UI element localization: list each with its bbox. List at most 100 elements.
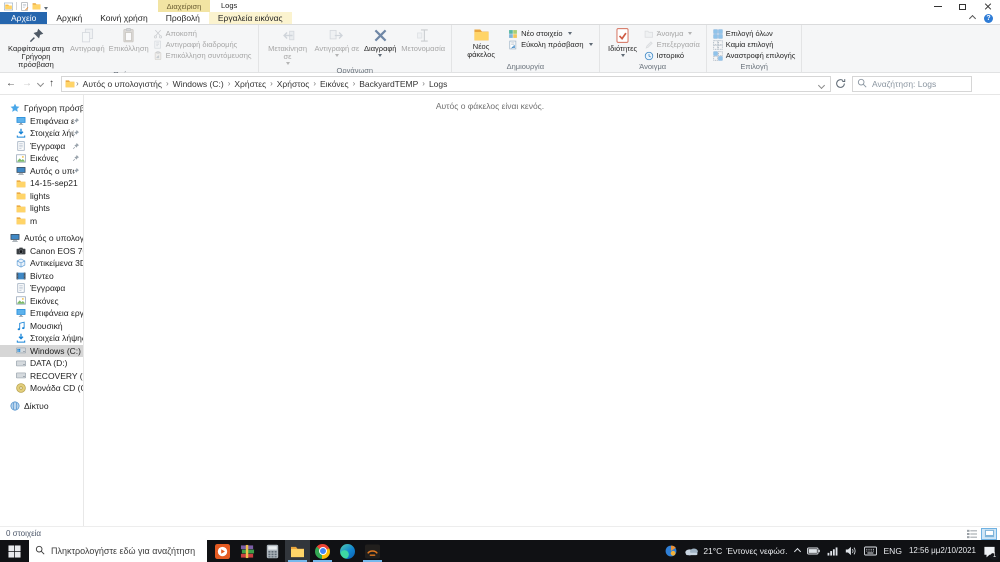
hidden-icons-chevron[interactable] — [793, 547, 801, 555]
history-icon — [644, 51, 654, 61]
sidebar-item[interactable]: Στοιχεία λήψης — [0, 127, 83, 140]
search-input[interactable] — [870, 77, 967, 90]
volume-button[interactable] — [845, 546, 857, 556]
sidebar-item[interactable]: Εικόνες — [0, 152, 83, 165]
sidebar-item[interactable]: Μουσική — [0, 320, 83, 333]
recent-locations-chevron[interactable] — [36, 79, 45, 88]
sidebar-item[interactable]: Έγγραφα — [0, 140, 83, 153]
battery-button[interactable] — [806, 547, 820, 555]
breadcrumb-segment[interactable]: Χρήστες — [231, 79, 269, 89]
select-all-button[interactable]: Επιλογή όλων — [711, 28, 798, 39]
taskbar-app-backyard-app[interactable] — [360, 540, 385, 562]
sidebar-item[interactable]: 14-15-sep21 — [0, 177, 83, 190]
rename-icon — [415, 27, 432, 44]
view-large-icons-button[interactable] — [981, 527, 997, 540]
signal-button[interactable] — [827, 546, 838, 556]
tab-file[interactable]: Αρχείο — [0, 12, 48, 24]
history-button[interactable]: Ιστορικό — [642, 50, 702, 61]
start-button[interactable] — [0, 540, 29, 562]
taskbar-app-winrar[interactable] — [235, 540, 260, 562]
folder-icon[interactable] — [32, 2, 41, 10]
sidebar-section-header[interactable]: Δίκτυο — [0, 400, 83, 413]
breadcrumb-dropdown-icon[interactable] — [817, 75, 827, 93]
breadcrumb-segment[interactable]: Αυτός ο υπολογιστής — [80, 79, 165, 89]
keyboard-button[interactable] — [863, 546, 877, 556]
sidebar-item[interactable]: DATA (D:) — [0, 357, 83, 370]
paste-button[interactable]: Επικόλληση — [107, 26, 151, 54]
sidebar-item[interactable]: Αυτός ο υπολογιστής — [0, 165, 83, 178]
computer-icon — [16, 166, 26, 176]
open-button[interactable]: Άνοιγμα — [642, 28, 702, 39]
sidebar-item[interactable]: lights — [0, 190, 83, 203]
open-icon — [644, 29, 654, 39]
back-button[interactable]: ← — [6, 78, 16, 89]
taskbar-search-input[interactable] — [49, 545, 201, 557]
edit-button[interactable]: Επεξεργασία — [642, 39, 702, 50]
qat-properties-icon[interactable] — [20, 1, 29, 11]
copy-path-button[interactable]: Αντιγραφή διαδρομής — [151, 39, 254, 50]
invert-selection-button[interactable]: Αναστροφή επιλογής — [711, 50, 798, 61]
sidebar-item[interactable]: Μονάδα CD (G:) — [0, 382, 83, 395]
tab-share[interactable]: Κοινή χρήση — [91, 12, 157, 24]
taskbar-app-chrome[interactable] — [310, 540, 335, 562]
explorer-search[interactable] — [852, 75, 972, 92]
sidebar-item[interactable]: Βίντεο — [0, 270, 83, 283]
rename-button[interactable]: Μετονομασία — [399, 26, 447, 54]
sidebar-item[interactable]: Canon EOS 70D — [0, 245, 83, 258]
sidebar-item[interactable]: m — [0, 215, 83, 228]
tab-view[interactable]: Προβολή — [157, 12, 209, 24]
new-folder-button[interactable]: Νέος φάκελος — [456, 26, 506, 60]
ribbon-group-3: Ιδιότητες Άνοιγμα Επεξεργασία Ιστορικό Άνοιγ… — [600, 25, 707, 72]
breadcrumb-segment[interactable]: Logs — [426, 79, 450, 89]
quick-access-toolbar[interactable] — [4, 0, 48, 12]
select-none-button[interactable]: Καμία επιλογή — [711, 39, 798, 50]
sidebar-item[interactable]: lights — [0, 202, 83, 215]
move-to-button[interactable]: Μετακίνηση σε — [263, 26, 313, 66]
paste-shortcut-button[interactable]: Επικόλληση συντόμευσης — [151, 50, 254, 61]
language-indicator[interactable]: ENG — [884, 546, 902, 556]
pin-button[interactable]: Καρφίτσωμα στη Γρήγορη πρόσβαση — [4, 26, 68, 70]
objects-3d-icon — [16, 258, 26, 268]
sidebar-item-label: Επιφάνεια εργασίας — [30, 308, 83, 319]
breadcrumb-segment[interactable]: Εικόνες — [317, 79, 352, 89]
taskbar-app-file-explorer[interactable] — [285, 540, 310, 562]
sidebar-item[interactable]: Εικόνες — [0, 295, 83, 308]
clock[interactable]: 12:56 μμ 2/10/2021 — [909, 546, 976, 556]
forward-button[interactable]: → — [22, 78, 32, 89]
copy-to-button[interactable]: Αντιγραφή σε — [313, 26, 362, 58]
sidebar-item[interactable]: Επιφάνεια εργασίας — [0, 307, 83, 320]
cut-button[interactable]: Αποκοπή — [151, 28, 254, 39]
breadcrumb[interactable]: › Αυτός ο υπολογιστής › Windows (C:) › Χρήστε… — [61, 75, 831, 93]
taskbar-search[interactable] — [29, 540, 207, 562]
tray-update-button[interactable] — [665, 545, 677, 557]
tab-picture-tools[interactable]: Εργαλεία εικόνας — [208, 12, 292, 24]
sidebar-item[interactable]: Στοιχεία λήψης — [0, 332, 83, 345]
tab-home[interactable]: Αρχική — [47, 12, 91, 24]
taskbar-app-calculator[interactable] — [260, 540, 285, 562]
properties-button[interactable]: Ιδιότητες — [604, 26, 642, 58]
sidebar-section-header[interactable]: Αυτός ο υπολογιστής — [0, 232, 83, 245]
view-details-button[interactable] — [964, 528, 980, 540]
taskbar-app-edge[interactable] — [335, 540, 360, 562]
up-button[interactable]: ↑ — [49, 78, 54, 89]
delete-button[interactable]: Διαγραφή — [361, 26, 399, 58]
weather-widget[interactable]: 21°C Έντονες νεφώσ. — [684, 546, 788, 556]
breadcrumb-segment[interactable]: Windows (C:) — [170, 79, 227, 89]
collapse-ribbon-icon[interactable] — [968, 14, 977, 22]
taskbar-app-media-player[interactable] — [210, 540, 235, 562]
action-center-button[interactable]: 1 — [983, 545, 999, 560]
sidebar-section-header[interactable]: Γρήγορη πρόσβαση — [0, 102, 83, 115]
new-item-button[interactable]: Νέο στοιχείο — [506, 28, 595, 39]
move-to-dropdown-icon — [285, 62, 290, 65]
breadcrumb-segment[interactable]: BackyardTEMP — [356, 79, 421, 89]
copy-button[interactable]: Αντιγραφή — [68, 26, 107, 54]
sidebar-item[interactable]: Έγγραφα — [0, 282, 83, 295]
sidebar-item[interactable]: Αντικείμενα 3D — [0, 257, 83, 270]
sidebar-item[interactable]: RECOVERY (E:) — [0, 370, 83, 383]
breadcrumb-segment[interactable]: Χρήστος — [274, 79, 313, 89]
sidebar-item[interactable]: Windows (C:) — [0, 344, 83, 357]
refresh-button[interactable] — [831, 76, 849, 92]
sidebar-item[interactable]: Επιφάνεια εργασίας — [0, 115, 83, 128]
easy-access-button[interactable]: Εύκολη πρόσβαση — [506, 39, 595, 50]
help-icon[interactable]: ? — [984, 13, 993, 23]
